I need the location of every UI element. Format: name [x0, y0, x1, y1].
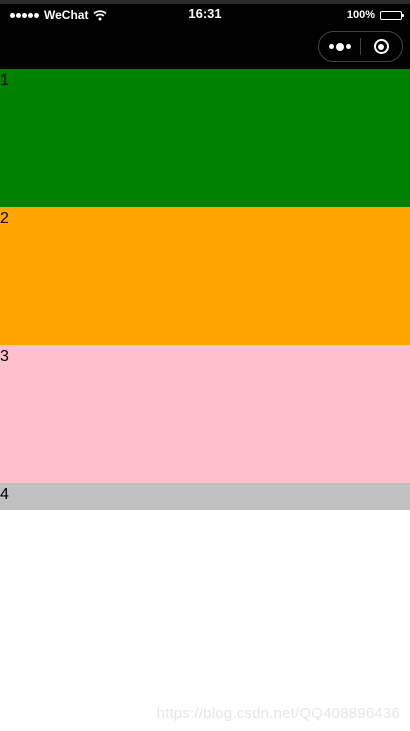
status-bar: WeChat 16:31 100% — [0, 4, 410, 26]
close-button[interactable] — [361, 32, 402, 61]
more-dots-icon — [328, 42, 351, 51]
battery-icon — [380, 10, 404, 20]
close-circle-icon — [373, 39, 389, 54]
menu-capsule — [318, 31, 403, 62]
status-right: 100% — [346, 9, 404, 21]
block-3: 3 — [0, 345, 410, 483]
block-1: 1 — [0, 69, 410, 207]
content-area: 1 2 3 4 — [0, 69, 410, 510]
battery-percent: 100% — [346, 9, 375, 21]
more-button[interactable] — [319, 32, 360, 61]
block-2: 2 — [0, 207, 410, 345]
top-bar: WeChat 16:31 100% — [0, 0, 410, 69]
block-4: 4 — [0, 483, 410, 510]
watermark: https://blog.csdn.net/QQ408896436 — [156, 705, 400, 722]
